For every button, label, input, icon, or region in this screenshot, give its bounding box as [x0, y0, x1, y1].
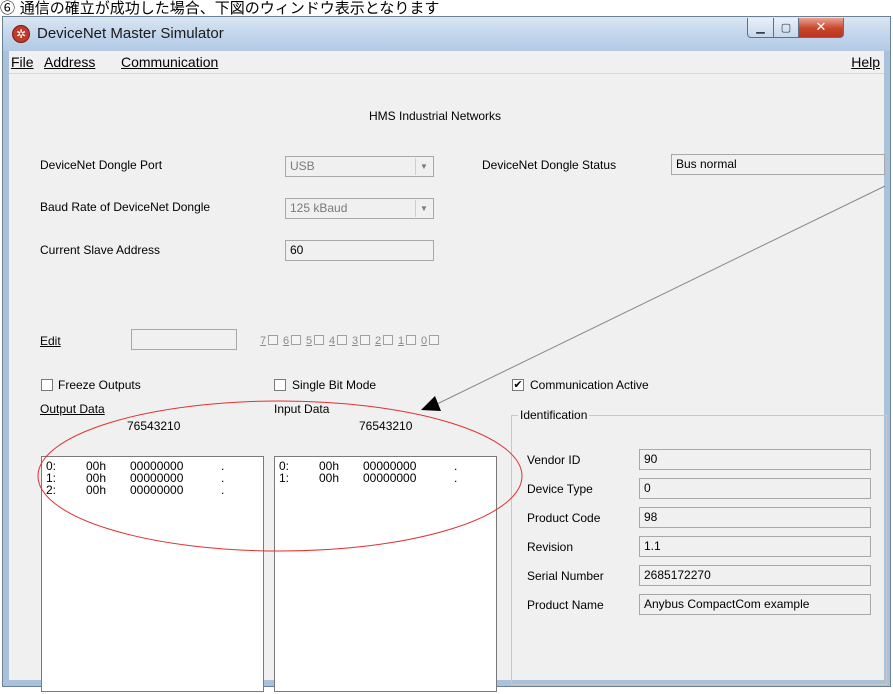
dongle-port-value: USB [290, 159, 315, 173]
id-field-value: 2685172270 [639, 565, 871, 586]
list-item[interactable]: 2: 00h 00000000. [46, 484, 246, 497]
bit-label: 7 [260, 335, 267, 347]
output-data-title: Output Data [40, 402, 105, 416]
row-ascii: . [221, 483, 225, 497]
identification-title: Identification [518, 408, 590, 422]
bit-label: 3 [352, 335, 359, 347]
id-field-label: Device Type [527, 482, 593, 496]
dongle-port-label: DeviceNet Dongle Port [40, 158, 163, 172]
chevron-down-icon[interactable]: ▼ [415, 200, 432, 217]
row-hex: 00h [319, 471, 340, 485]
identification-group: Identification Vendor ID 90 Device Type 0 Pr… [511, 408, 887, 685]
dialog-client-area: HMS Industrial Networks DeviceNet Dongle… [9, 74, 887, 692]
row-bin: 00000000 [130, 483, 184, 497]
dongle-port-combo[interactable]: USB ▼ [285, 156, 434, 177]
row-ascii: . [454, 471, 458, 485]
id-field-label: Serial Number [527, 569, 604, 583]
bit-label: 1 [398, 335, 405, 347]
menu-address[interactable]: Address [44, 54, 95, 70]
menu-file[interactable]: File [11, 54, 34, 70]
communication-active-label: Communication Active [530, 378, 649, 392]
bit-label: 5 [306, 335, 313, 347]
single-bit-mode-checkbox[interactable] [274, 379, 286, 391]
main-window: ✲ DeviceNet Master Simulator ▁ ▢ ✕ File … [2, 16, 891, 692]
close-button[interactable]: ✕ [798, 18, 844, 38]
freeze-outputs-label: Freeze Outputs [58, 378, 141, 392]
id-field-label: Revision [527, 540, 574, 554]
app-icon[interactable]: ✲ [12, 25, 30, 43]
edit-input[interactable] [131, 329, 237, 350]
minimize-icon: ▁ [756, 21, 765, 34]
menu-help[interactable]: Help [851, 54, 880, 70]
window-title: DeviceNet Master Simulator [37, 25, 224, 42]
dongle-status-field: Bus normal [671, 154, 885, 175]
dongle-status-label: DeviceNet Dongle Status [482, 158, 617, 172]
vendor-header: HMS Industrial Networks [369, 109, 502, 123]
title-bar[interactable]: ✲ DeviceNet Master Simulator ▁ ▢ ✕ [3, 17, 890, 51]
slave-address-label: Current Slave Address [40, 243, 161, 257]
edit-label: Edit [40, 334, 61, 348]
row-index: 1: [279, 471, 290, 485]
bit-label: 0 [421, 335, 428, 347]
chevron-down-icon[interactable]: ▼ [415, 158, 432, 175]
bit-checkbox[interactable] [429, 335, 439, 345]
id-field-label: Product Code [527, 511, 601, 525]
output-bit-header: 76543210 [127, 419, 181, 433]
single-bit-mode-label: Single Bit Mode [292, 378, 377, 392]
checkmark-icon: ✔ [513, 378, 523, 391]
baud-rate-combo[interactable]: 125 kBaud ▼ [285, 198, 434, 219]
baud-rate-label: Baud Rate of DeviceNet Dongle [40, 200, 211, 214]
bit-checkbox[interactable] [406, 335, 416, 345]
bit-checkbox[interactable] [337, 335, 347, 345]
input-data-title: Input Data [274, 402, 330, 416]
id-field-value: 1.1 [639, 536, 871, 557]
bit-checkbox[interactable] [291, 335, 301, 345]
maximize-icon: ▢ [780, 21, 792, 34]
output-data-list[interactable]: 0: 00h 00000000. 1: 00h 00000000. 2: 00h 0000000… [41, 456, 264, 692]
close-icon: ✕ [815, 20, 827, 35]
bit-checkbox[interactable] [383, 335, 393, 345]
id-field-label: Product Name [527, 598, 604, 612]
maximize-button[interactable]: ▢ [773, 18, 799, 38]
bit-checkbox[interactable] [314, 335, 324, 345]
row-index: 2: [46, 483, 57, 497]
annotation-arrowhead-icon [421, 396, 441, 411]
slave-address-field: 60 [285, 240, 434, 261]
id-field-value: 98 [639, 507, 871, 528]
bit-label: 2 [375, 335, 382, 347]
menu-communication[interactable]: Communication [121, 54, 218, 70]
row-hex: 00h [86, 483, 107, 497]
baud-rate-value: 125 kBaud [290, 201, 348, 215]
communication-active-checkbox[interactable]: ✔ [512, 379, 524, 391]
row-bin: 00000000 [363, 471, 417, 485]
freeze-outputs-checkbox[interactable] [41, 379, 53, 391]
annotation-arrow-line [436, 185, 886, 405]
bit-label: 6 [283, 335, 290, 347]
id-field-value: 90 [639, 449, 871, 470]
input-bit-header: 76543210 [359, 419, 413, 433]
menu-bar: File Address Communication Help [9, 51, 884, 74]
id-field-label: Vendor ID [527, 453, 581, 467]
minimize-button[interactable]: ▁ [747, 18, 774, 38]
id-field-value: 0 [639, 478, 871, 499]
input-data-list[interactable]: 0: 00h 00000000. 1: 00h 00000000. [274, 456, 497, 692]
bit-checkbox[interactable] [360, 335, 370, 345]
list-item[interactable]: 1: 00h 00000000. [279, 472, 479, 485]
bit-checkbox[interactable] [268, 335, 278, 345]
id-field-value: Anybus CompactCom example [639, 594, 871, 615]
bit-label: 4 [329, 335, 336, 347]
